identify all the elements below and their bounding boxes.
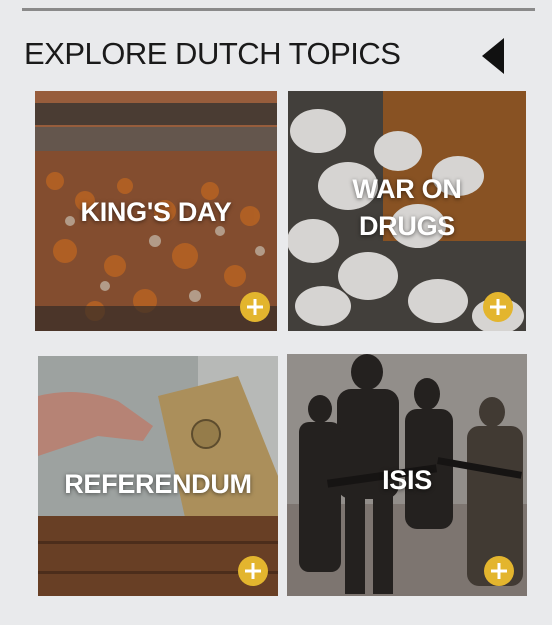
plus-icon (490, 299, 506, 315)
topic-card-isis[interactable]: ISIS (287, 354, 527, 596)
topic-label: KING'S DAY (80, 197, 232, 227)
topic-label: ISIS (382, 465, 432, 495)
topic-label-line-1: WAR ON (352, 174, 462, 204)
topic-card-referendum[interactable]: REFERENDUM (38, 356, 278, 596)
topic-label: REFERENDUM (64, 469, 252, 499)
plus-icon (245, 563, 261, 579)
plus-icon (491, 563, 507, 579)
page-title: EXPLORE DUTCH TOPICS (24, 36, 401, 71)
add-topic-button[interactable] (483, 292, 513, 322)
triangle-left-icon[interactable] (482, 38, 504, 74)
topic-card-war-on-drugs[interactable]: WAR ON DRUGS (288, 91, 526, 331)
add-topic-button[interactable] (240, 292, 270, 322)
topic-card-kings-day[interactable]: KING'S DAY (35, 91, 277, 331)
add-topic-button[interactable] (238, 556, 268, 586)
top-divider (22, 8, 535, 11)
plus-icon (247, 299, 263, 315)
add-topic-button[interactable] (484, 556, 514, 586)
topic-label-line-2: DRUGS (358, 211, 455, 241)
